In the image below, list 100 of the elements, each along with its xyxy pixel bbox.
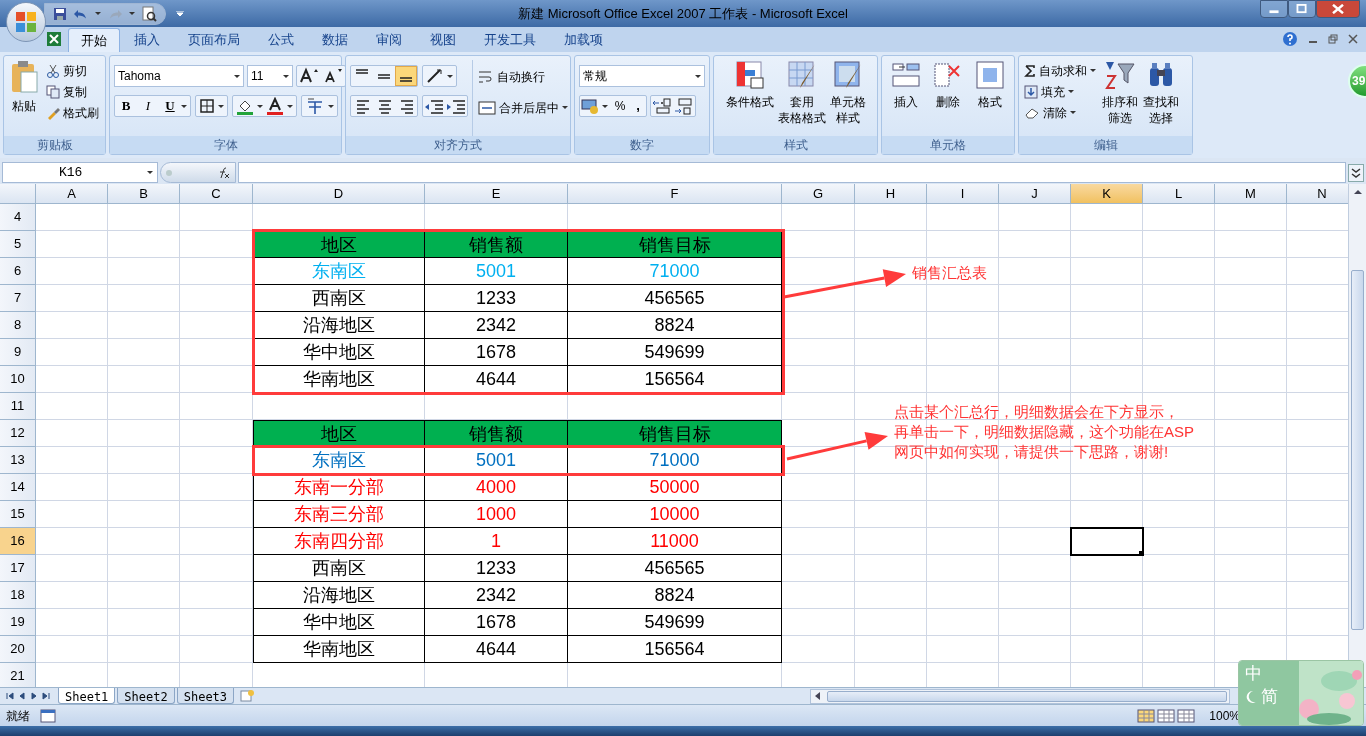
last-sheet-icon[interactable] <box>42 692 50 700</box>
close-button[interactable] <box>1316 0 1360 18</box>
row-header[interactable]: 12 <box>0 420 36 447</box>
row-header[interactable]: 14 <box>0 474 36 501</box>
print-preview-icon[interactable] <box>141 5 157 22</box>
clear-button[interactable]: 清除 <box>1022 102 1098 123</box>
ribbon-tab[interactable]: 数据 <box>308 28 362 52</box>
close-icon[interactable] <box>1348 34 1358 44</box>
decrease-indent-icon[interactable] <box>423 97 445 115</box>
sort-filter-button[interactable]: 排序和 筛选 <box>1101 60 1139 136</box>
customize-icon[interactable] <box>176 10 184 17</box>
maximize-button[interactable] <box>1288 0 1316 18</box>
next-sheet-icon[interactable] <box>30 692 38 700</box>
row-header[interactable]: 19 <box>0 609 36 636</box>
autosum-button[interactable]: 自动求和 <box>1022 60 1098 81</box>
macro-record-icon[interactable] <box>40 708 56 723</box>
row-header[interactable]: 7 <box>0 285 36 312</box>
row-header[interactable]: 8 <box>0 312 36 339</box>
column-header[interactable]: C <box>180 184 253 203</box>
row-header[interactable]: 6 <box>0 258 36 285</box>
row-header[interactable]: 4 <box>0 204 36 231</box>
ribbon-tab[interactable]: 审阅 <box>362 28 416 52</box>
fill-button[interactable]: 填充 <box>1022 81 1098 102</box>
borders-icon[interactable] <box>199 98 215 114</box>
insert-button[interactable]: 插入 <box>890 60 922 136</box>
restore-icon[interactable] <box>1328 34 1338 44</box>
conditional-format-button[interactable]: 条件格式 <box>724 60 775 136</box>
row-header[interactable]: 18 <box>0 582 36 609</box>
row-header[interactable]: 15 <box>0 501 36 528</box>
formula-field[interactable] <box>238 162 1346 183</box>
row-header[interactable]: 16 <box>0 528 36 555</box>
underline-button[interactable]: U <box>159 96 181 116</box>
first-sheet-icon[interactable] <box>6 692 14 700</box>
name-box[interactable]: K16 <box>2 162 158 183</box>
row-header[interactable]: 13 <box>0 447 36 474</box>
row-header[interactable]: 9 <box>0 339 36 366</box>
italic-button[interactable]: I <box>137 96 159 116</box>
phonetic-icon[interactable] <box>305 97 325 115</box>
page-break-icon[interactable] <box>1177 708 1196 723</box>
format-painter-button[interactable]: 格式刷 <box>44 102 101 123</box>
column-header[interactable]: F <box>568 184 782 203</box>
decrease-decimal-icon[interactable] <box>673 97 695 115</box>
ribbon-tab[interactable]: 插入 <box>120 28 174 52</box>
ribbon-tab[interactable]: 页面布局 <box>174 28 254 52</box>
horizontal-scrollbar[interactable] <box>810 688 1230 704</box>
column-header[interactable]: A <box>36 184 108 203</box>
table-format-button[interactable]: 套用 表格格式 <box>776 60 827 136</box>
orientation-icon[interactable] <box>426 68 444 84</box>
bold-button[interactable]: B <box>115 96 137 116</box>
column-header[interactable]: M <box>1215 184 1287 203</box>
scrollbar-thumb[interactable] <box>827 690 1227 702</box>
paste-button[interactable]: 粘贴 <box>8 60 40 136</box>
percent-button[interactable]: % <box>610 97 630 115</box>
merge-center-button[interactable]: 合并后居中 <box>476 97 570 118</box>
column-header[interactable]: G <box>782 184 855 203</box>
vertical-scrollbar[interactable] <box>1348 184 1366 687</box>
copy-button[interactable]: 复制 <box>44 81 101 102</box>
column-header[interactable]: D <box>253 184 425 203</box>
ribbon-tab[interactable]: 视图 <box>416 28 470 52</box>
increase-decimal-icon[interactable] <box>651 97 673 115</box>
align-button[interactable] <box>395 66 417 86</box>
page-layout-icon[interactable] <box>1157 708 1176 723</box>
row-header[interactable]: 5 <box>0 231 36 258</box>
font-name-field[interactable]: Tahoma <box>114 65 244 87</box>
row-header[interactable]: 21 <box>0 663 36 687</box>
row-header[interactable]: 10 <box>0 366 36 393</box>
delete-button[interactable]: 删除 <box>932 60 964 136</box>
format-button[interactable]: 格式 <box>974 60 1006 136</box>
row-header[interactable]: 11 <box>0 393 36 420</box>
column-header[interactable]: L <box>1143 184 1215 203</box>
sheet-tab[interactable]: Sheet2 <box>117 688 175 704</box>
cut-button[interactable]: 剪切 <box>44 60 101 81</box>
sheet-tab[interactable]: Sheet1 <box>58 688 116 704</box>
ribbon-tab[interactable]: 开始 <box>68 28 120 52</box>
row-header[interactable]: 20 <box>0 636 36 663</box>
number-format-field[interactable]: 常规 <box>579 65 705 87</box>
increase-indent-icon[interactable] <box>445 97 467 115</box>
column-header[interactable]: K <box>1071 184 1143 203</box>
column-header[interactable]: H <box>855 184 927 203</box>
ribbon-tab[interactable]: 公式 <box>254 28 308 52</box>
font-color-icon[interactable] <box>266 97 284 115</box>
ribbon-tab[interactable]: 开发工具 <box>470 28 550 52</box>
comma-button[interactable]: , <box>630 96 646 116</box>
ribbon-tab[interactable]: 加载项 <box>550 28 617 52</box>
column-header[interactable]: B <box>108 184 180 203</box>
excel-icon[interactable] <box>46 31 62 47</box>
font-size-field[interactable]: 11 <box>247 65 293 87</box>
row-header[interactable]: 17 <box>0 555 36 582</box>
function-icon[interactable] <box>217 165 231 180</box>
expand-icon[interactable] <box>1348 163 1364 182</box>
minimize-button[interactable] <box>1260 0 1288 18</box>
cell-styles-button[interactable]: 单元格 样式 <box>828 60 867 136</box>
save-icon[interactable] <box>53 6 67 21</box>
column-header[interactable]: E <box>425 184 568 203</box>
find-select-button[interactable]: 查找和 选择 <box>1142 60 1180 136</box>
column-header[interactable]: I <box>927 184 999 203</box>
previous-sheet-icon[interactable] <box>18 692 26 700</box>
wrap-text-button[interactable]: 自动换行 <box>476 66 570 87</box>
sheet-tab[interactable]: Sheet3 <box>176 688 235 704</box>
scrollbar-thumb[interactable] <box>1351 270 1364 630</box>
